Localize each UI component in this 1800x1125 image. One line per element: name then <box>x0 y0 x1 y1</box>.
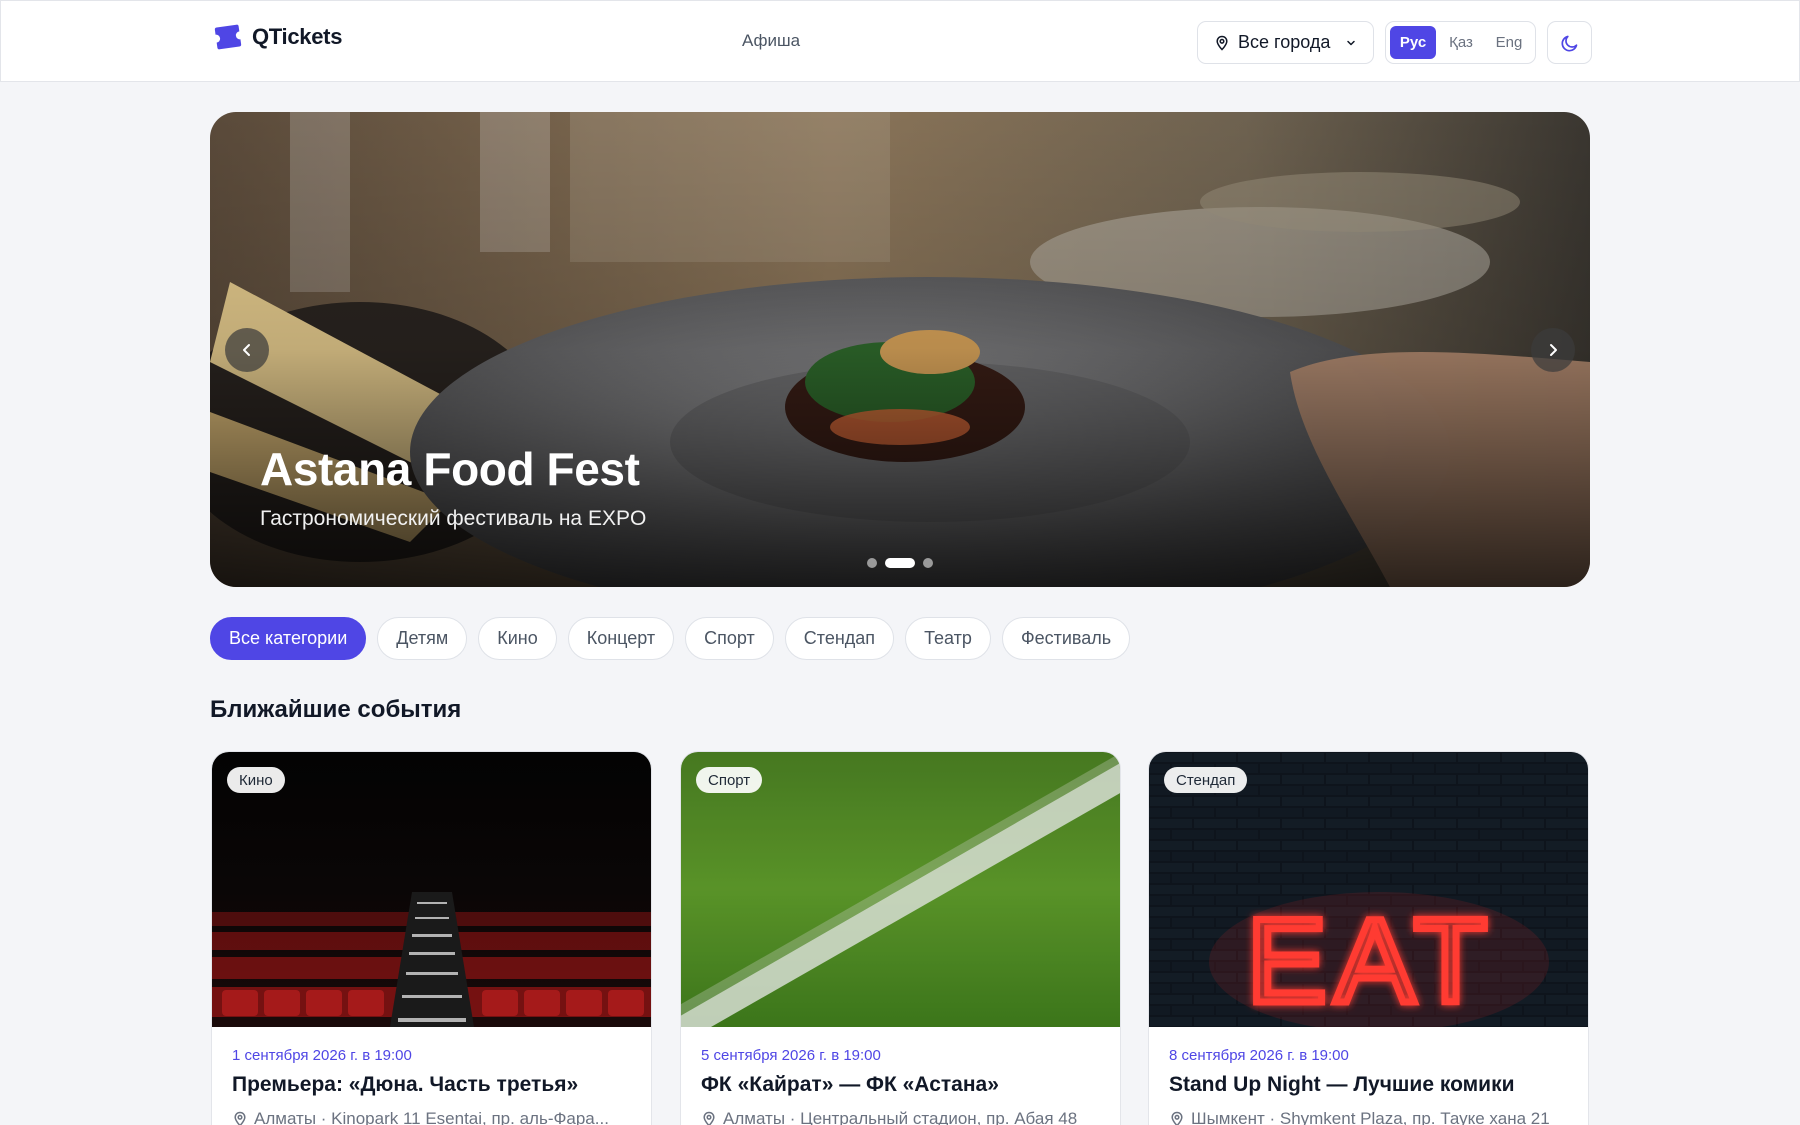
event-image-standup: EAT <box>1149 752 1588 1027</box>
category-badge: Спорт <box>696 767 763 793</box>
logo[interactable]: QTickets <box>214 23 342 51</box>
language-switch: Рус Қаз Eng <box>1385 21 1536 64</box>
event-location-text: Шымкент · Shymkent Plaza, пр. Тауке хана… <box>1191 1109 1550 1125</box>
lang-button-kz[interactable]: Қаз <box>1438 26 1484 59</box>
moon-icon <box>1561 35 1577 51</box>
hero-title: Astana Food Fest <box>260 443 640 495</box>
lang-button-en[interactable]: Eng <box>1486 26 1532 59</box>
event-location: Алматы · Kinopark 11 Esentai, пр. аль-Фа… <box>232 1109 637 1125</box>
event-card[interactable]: Кино 1 сентября 2026 г. в 19:00 Премьера… <box>211 751 652 1125</box>
chevron-right-icon <box>1550 344 1557 356</box>
map-pin-icon <box>1216 35 1228 51</box>
logo-text: QTickets <box>252 24 343 49</box>
carousel-next-button[interactable] <box>1531 328 1575 372</box>
event-date: 8 сентября 2026 г. в 19:00 <box>1169 1047 1349 1064</box>
theme-toggle-button[interactable] <box>1547 21 1592 64</box>
category-chip-festival[interactable]: Фестиваль <box>1001 617 1131 660</box>
map-pin-icon <box>703 1111 715 1125</box>
event-location-text: Алматы · Центральный стадион, пр. Абая 4… <box>723 1109 1078 1125</box>
category-chip-theatre[interactable]: Театр <box>905 617 991 660</box>
carousel-dot[interactable] <box>923 558 933 568</box>
event-date: 1 сентября 2026 г. в 19:00 <box>232 1047 412 1064</box>
carousel-dot-active[interactable] <box>885 558 915 568</box>
event-image-cinema <box>212 752 651 1027</box>
lang-button-ru[interactable]: Рус <box>1390 26 1436 59</box>
carousel-dot[interactable] <box>867 558 877 568</box>
map-pin-icon <box>1171 1111 1183 1125</box>
category-chip-sport[interactable]: Спорт <box>685 617 774 660</box>
chevron-down-icon <box>1347 40 1355 45</box>
event-date: 5 сентября 2026 г. в 19:00 <box>701 1047 881 1064</box>
event-card[interactable]: EAT Стендап 8 сентября 2026 г. в 19:00 S… <box>1148 751 1589 1125</box>
event-card[interactable]: Спорт 5 сентября 2026 г. в 19:00 ФК «Кай… <box>680 751 1121 1125</box>
category-badge: Стендап <box>1164 767 1248 793</box>
event-image-sport <box>681 752 1120 1027</box>
top-header: QTickets Афиша Все города Рус Қаз Eng <box>0 0 1800 82</box>
section-title: Ближайшие события <box>210 696 462 723</box>
city-select-label: Все города <box>1238 32 1331 52</box>
event-title: Stand Up Night — Лучшие комики <box>1169 1073 1515 1096</box>
category-chip-concert[interactable]: Концерт <box>567 617 675 660</box>
city-select[interactable]: Все города <box>1197 21 1374 64</box>
category-chip-cinema[interactable]: Кино <box>478 617 557 660</box>
category-filter: Все категории Детям Кино Концерт Спорт С… <box>210 617 1131 660</box>
category-chip-standup[interactable]: Стендап <box>784 617 895 660</box>
map-pin-icon <box>234 1111 246 1125</box>
event-location: Алматы · Центральный стадион, пр. Абая 4… <box>701 1109 1106 1125</box>
event-title: Премьера: «Дюна. Часть третья» <box>232 1073 579 1096</box>
category-chip-kids[interactable]: Детям <box>377 617 468 660</box>
carousel-dots <box>867 558 933 568</box>
carousel-prev-button[interactable] <box>225 328 269 372</box>
event-location: Шымкент · Shymkent Plaza, пр. Тауке хана… <box>1169 1109 1574 1125</box>
event-title: ФК «Кайрат» — ФК «Астана» <box>701 1073 999 1096</box>
category-chip-all[interactable]: Все категории <box>210 617 367 660</box>
neon-sign-text: EAT <box>1247 894 1495 1027</box>
hero-subtitle: Гастрономический фестиваль на EXPO <box>260 507 647 530</box>
hero-carousel[interactable]: Astana Food Fest Гастрономический фестив… <box>210 112 1590 587</box>
category-badge: Кино <box>227 767 285 793</box>
event-location-text: Алматы · Kinopark 11 Esentai, пр. аль-Фа… <box>254 1109 609 1125</box>
nav-link-afisha[interactable]: Афиша <box>742 31 800 51</box>
ticket-logo-icon <box>214 24 242 50</box>
chevron-left-icon <box>243 344 250 356</box>
